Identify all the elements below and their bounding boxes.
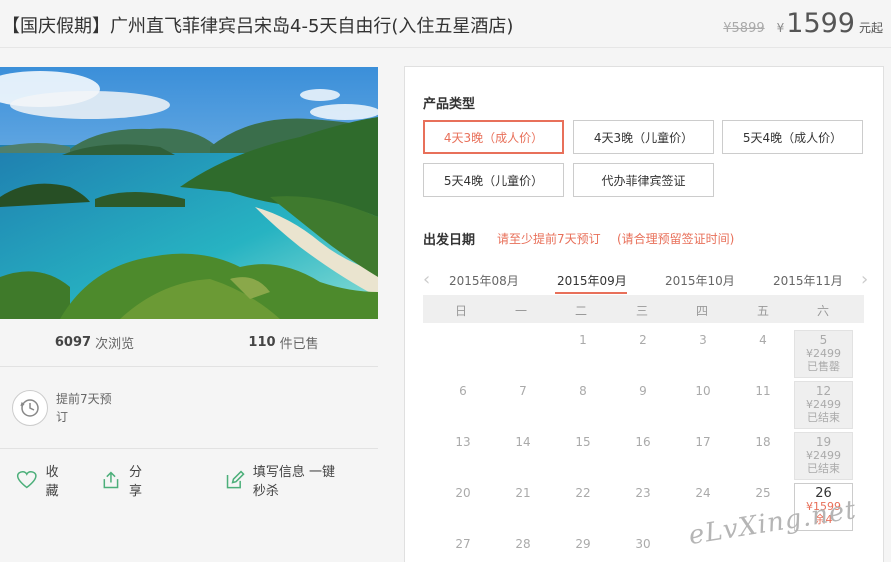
header: 【国庆假期】广州直飞菲律宾吕宋岛4-5天自由行(入住五星酒店) ¥5899 ¥ … [0,0,891,48]
view-count-label: 次浏览 [95,337,135,352]
fill-info-label: 填写信息 一键秒杀 [252,465,335,499]
clock-icon [12,389,48,426]
share-icon [103,471,119,489]
month-tab-aug[interactable]: 2015年08月 [449,272,519,289]
weekday-fri: 五 [756,304,769,318]
calendar-day: 9 [639,384,647,398]
visa-notice: (请合理预留签证时间) [617,232,735,246]
price-block: ¥5899 ¥ 1599 元起 [723,8,883,39]
calendar-day: 16 [635,435,651,449]
calendar-day: 30 [635,537,651,551]
calendar-day: 15 [575,435,591,449]
option-visa-service[interactable]: 代办菲律宾签证 [573,163,714,197]
option-5d4n-child[interactable]: 5天4晚（儿童价） [423,163,564,197]
month-tab-oct[interactable]: 2015年10月 [665,272,735,289]
calendar-day: 18 [755,435,771,449]
cell-status: 已结束 [807,411,840,424]
original-price: ¥5899 [723,21,765,36]
cell-price: ¥2499 [806,347,841,360]
calendar-day: 27 [455,537,471,551]
view-count: 6097 次浏览 [0,319,189,366]
prev-month-arrow-icon[interactable]: ‹ [423,269,430,290]
sold-count-number: 110 [248,335,276,350]
calendar-day: 8 [579,384,587,398]
calendar-day: 17 [695,435,711,449]
sold-count: 110 件已售 [189,319,378,366]
weekday-sat: 六 [816,304,829,318]
booking-panel: 产品类型 4天3晚（成人价） 4天3晚（儿童价） 5天4晚（成人价） 5天4晚（… [404,66,884,562]
cell-status: 已结束 [807,462,840,475]
calendar-day: 2 [639,333,647,347]
calendar-day: 22 [575,486,591,500]
destination-photo [0,67,378,319]
calendar-day: 29 [575,537,591,551]
advance-notice: 请至少提前7天预订 [497,232,601,246]
weekday-header: 日 一 二 三 四 五 六 [423,295,864,323]
month-tab-sep[interactable]: 2015年09月 [557,272,627,289]
active-month-indicator [555,292,627,294]
next-month-arrow-icon[interactable]: › [861,269,868,290]
favorite-label: 收藏 [45,465,59,499]
calendar-cell-sep-19: 19 ¥2499 已结束 [794,432,853,480]
advance-booking-text: 提前7天预订 [56,391,112,424]
calendar-cell-sep-5: 5 ¥2499 已售罄 [794,330,853,378]
cell-day: 12 [815,384,832,398]
action-bar: 收藏 分享 填写信息 一键秒杀 [0,449,378,511]
current-price: 1599 [786,8,855,39]
calendar-day: 21 [515,486,531,500]
calendar-day: 14 [515,435,531,449]
price-unit: 元起 [858,21,883,35]
month-tab-nov[interactable]: 2015年11月 [773,272,843,289]
option-5d4n-adult[interactable]: 5天4晚（成人价） [722,120,863,154]
calendar-day: 24 [695,486,711,500]
option-4d3n-child[interactable]: 4天3晚（儿童价） [573,120,714,154]
weekday-thu: 四 [695,304,708,318]
calendar-day: 25 [755,486,771,500]
weekday-wed: 三 [635,304,648,318]
calendar-day: 20 [455,486,471,500]
departure-date-label: 出发日期 [423,233,476,248]
favorite-button[interactable]: 收藏 [16,461,67,499]
share-label: 分享 [129,465,143,499]
left-column: 6097 次浏览 110 件已售 提前7天预订 收藏 分享 填写信息 一键秒杀 [0,67,378,511]
calendar-day: 13 [455,435,471,449]
calendar-day: 23 [635,486,651,500]
weekday-sun: 日 [454,304,467,318]
edit-icon [226,470,245,489]
calendar-cell-sep-12: 12 ¥2499 已结束 [794,381,853,429]
calendar-day: 1 [579,333,587,347]
currency-symbol: ¥ [776,21,785,35]
calendar-day: 11 [755,384,771,398]
calendar-day: 6 [459,384,467,398]
calendar-day: 4 [759,333,767,347]
view-count-number: 6097 [54,335,92,350]
fill-info-button[interactable]: 填写信息 一键秒杀 [225,461,344,499]
weekday-tue: 二 [574,304,587,318]
calendar-day: 3 [699,333,707,347]
advance-booking: 提前7天预订 [0,367,378,449]
heart-icon [16,470,37,489]
product-type-label: 产品类型 [423,97,476,112]
weekday-mon: 一 [514,304,527,318]
cell-day: 19 [815,435,832,449]
calendar-day: 7 [519,384,527,398]
share-button[interactable]: 分享 [101,461,150,499]
option-4d3n-adult[interactable]: 4天3晚（成人价） [423,120,564,154]
sold-count-label: 件已售 [279,337,319,352]
page-title: 【国庆假期】广州直飞菲律宾吕宋岛4-5天自由行(入住五星酒店) [2,16,514,37]
calendar-day: 28 [515,537,531,551]
cell-price: ¥2499 [806,398,841,411]
stats-bar: 6097 次浏览 110 件已售 [0,319,378,367]
cell-status: 已售罄 [807,360,840,373]
cell-day: 5 [819,333,828,347]
calendar-day: 10 [695,384,711,398]
cell-price: ¥2499 [806,449,841,462]
